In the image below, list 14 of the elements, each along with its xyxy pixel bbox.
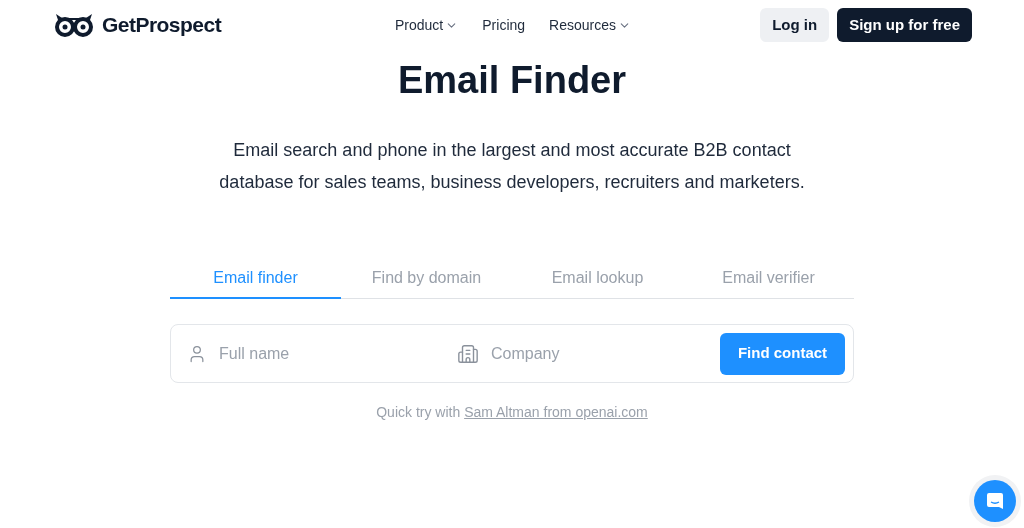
building-icon: [457, 342, 479, 365]
quick-try-text: Quick try with Sam Altman from openai.com: [375, 403, 649, 422]
subtitle: Email search and phone in the largest and most accurate B2B contact database for sales teams, business developers, recruiters and marketers.: [218, 139, 806, 194]
chat-icon: [986, 492, 1004, 510]
owl-logo-icon: [54, 12, 94, 38]
signup-button[interactable]: Sign up for free: [837, 8, 972, 42]
login-button[interactable]: Log in: [760, 8, 830, 42]
nav-link[interactable]: Pricing: [482, 14, 526, 36]
company-field[interactable]: Company: [491, 341, 691, 366]
page-title: Email Finder: [396, 58, 628, 103]
nav-link[interactable]: Product: [395, 14, 459, 36]
name-field[interactable]: Full name: [219, 341, 419, 366]
brand-name[interactable]: GetProspect: [102, 9, 222, 41]
nav-link[interactable]: Resources: [549, 14, 631, 36]
